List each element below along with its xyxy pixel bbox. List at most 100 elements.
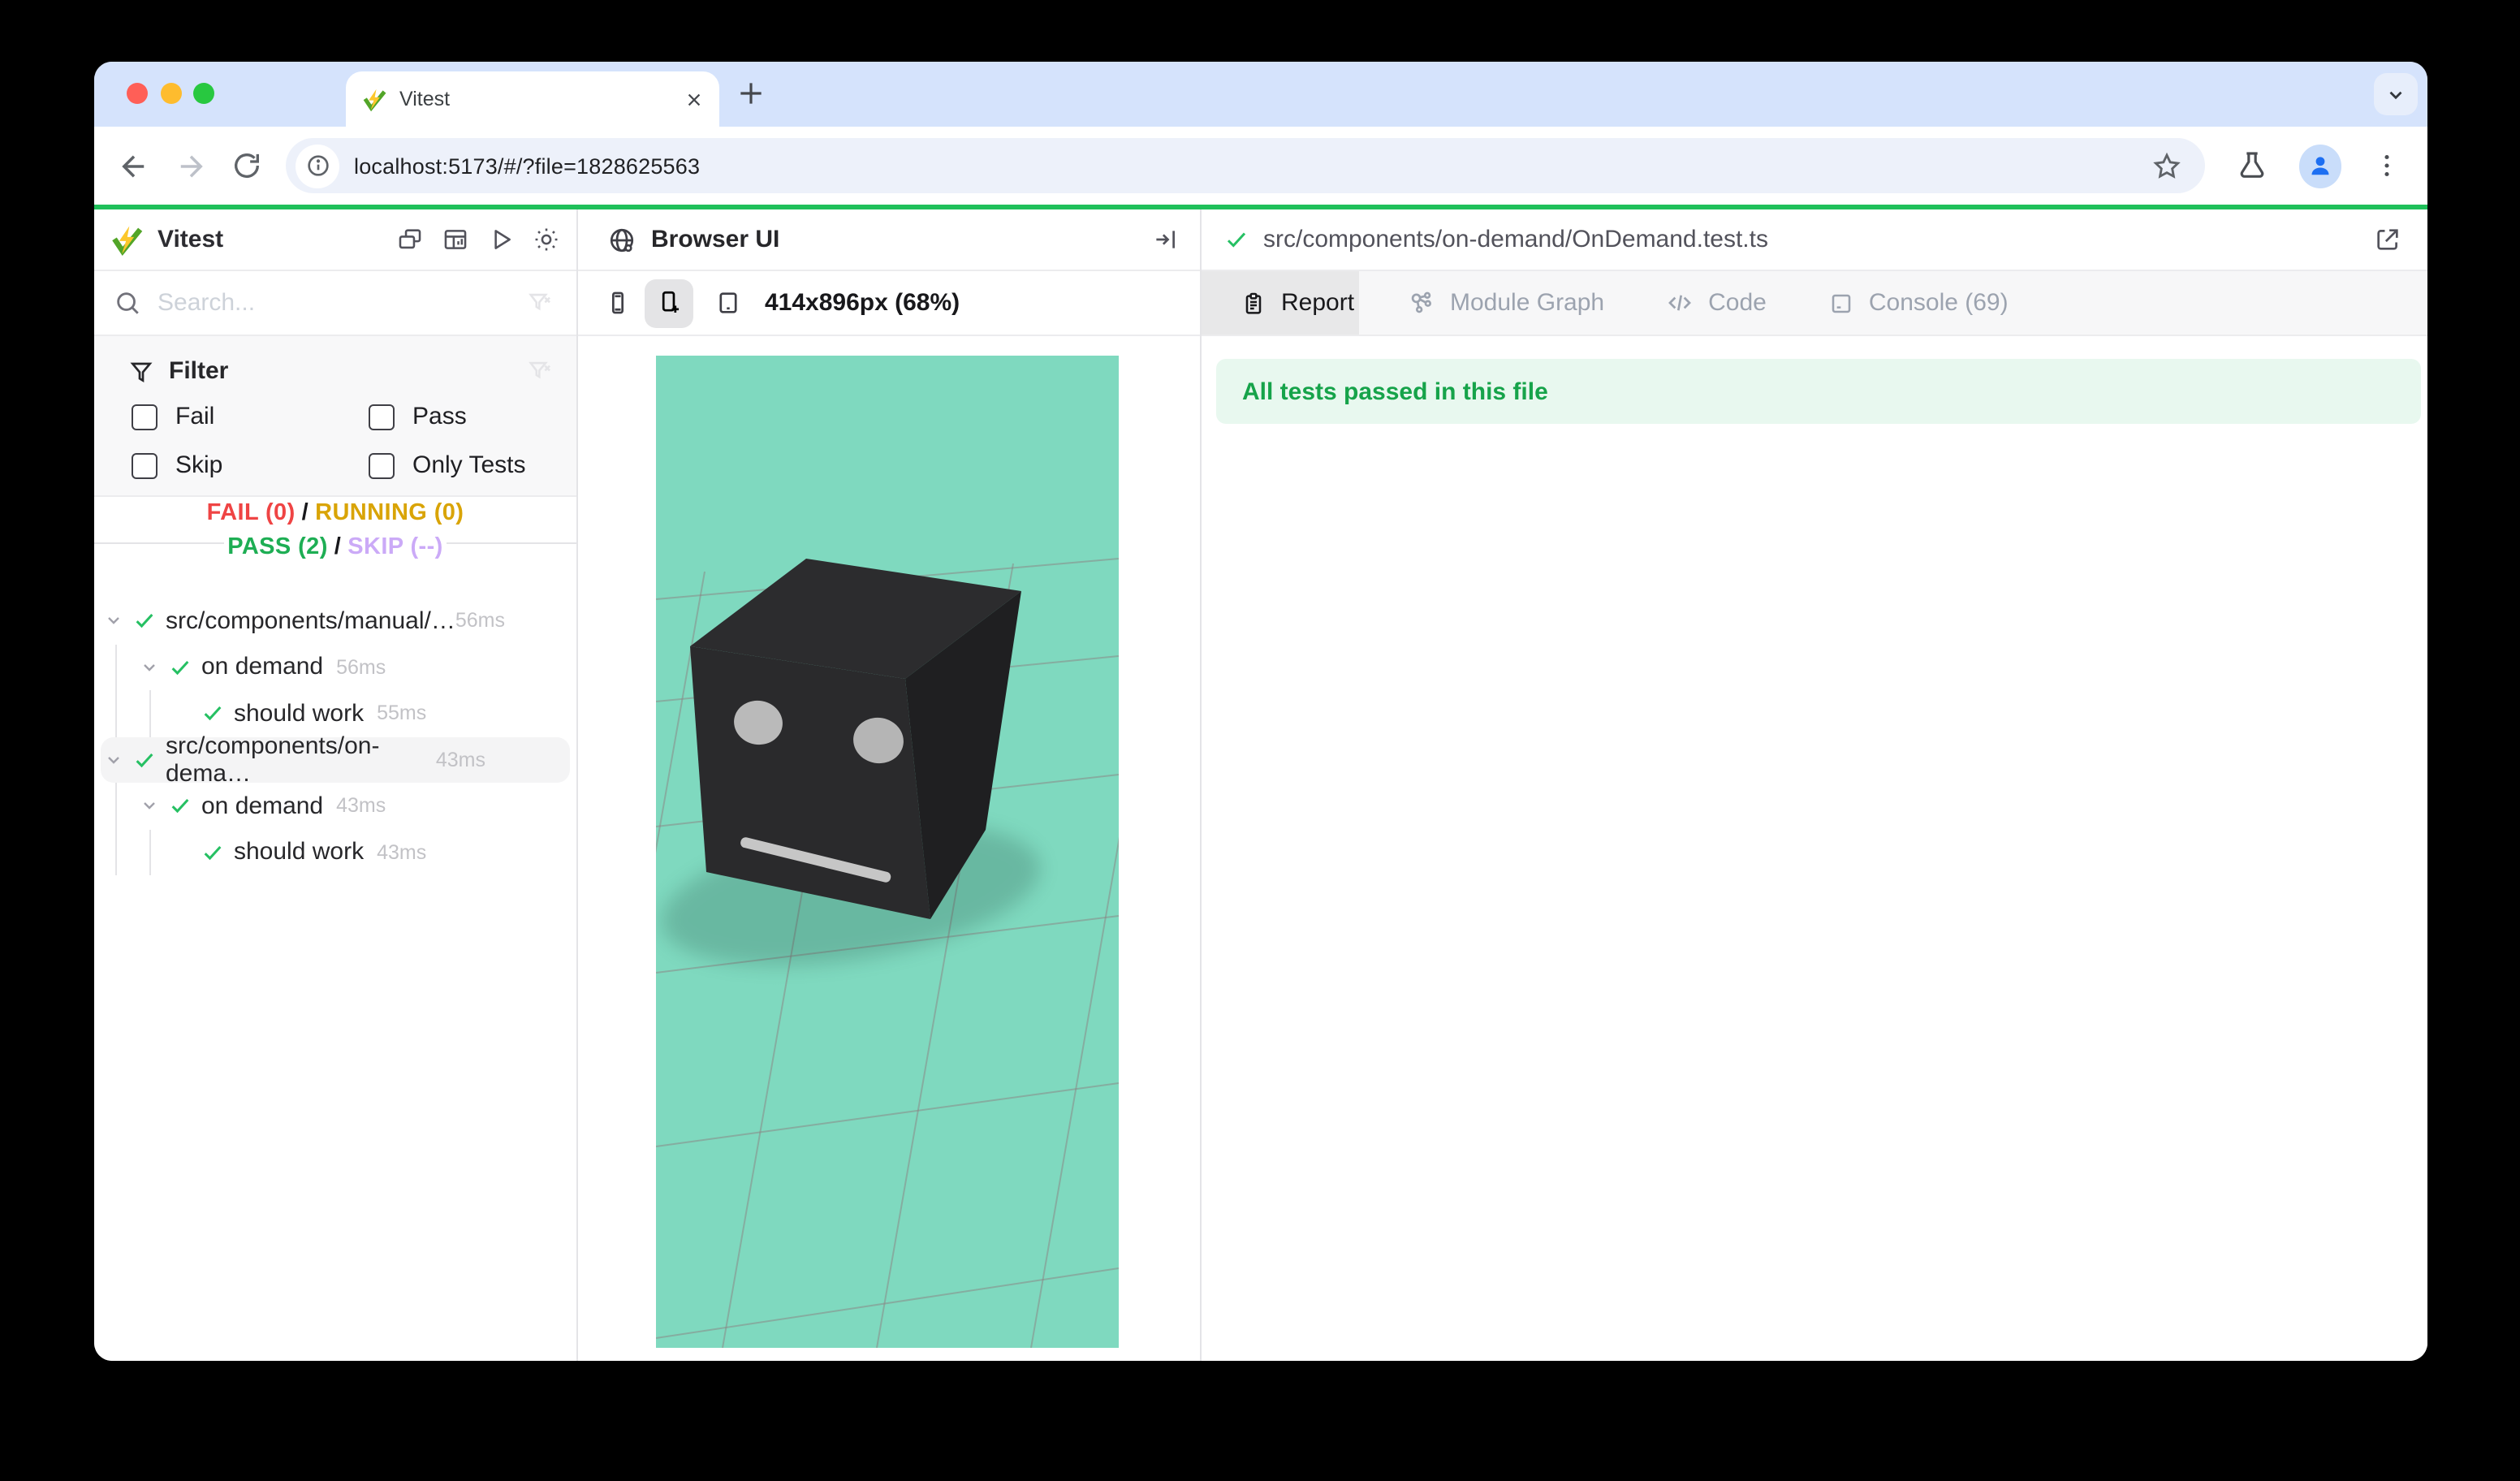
chevron-down-icon[interactable] <box>140 797 159 816</box>
filter-title: Filter <box>169 357 228 385</box>
new-tab-button[interactable] <box>736 78 766 109</box>
viewport-size-label: 414x896px (68%) <box>765 289 960 317</box>
preview-area <box>578 338 1200 1361</box>
browser-preview-canvas[interactable] <box>656 356 1119 1348</box>
tree-suite-row[interactable]: on demand 56ms <box>101 644 570 690</box>
filter-checkbox-fail[interactable]: Fail <box>114 403 214 430</box>
indent-guide <box>115 783 117 875</box>
tab-label: Module Graph <box>1450 289 1604 317</box>
site-info-icon[interactable] <box>296 144 339 188</box>
dock-right-icon[interactable] <box>1151 226 1179 253</box>
external-link-icon[interactable] <box>2374 226 2401 253</box>
back-icon[interactable] <box>117 149 151 183</box>
url-text[interactable]: localhost:5173/#/?file=1828625563 <box>354 153 2151 178</box>
desktop-background: Vitest <box>0 0 2520 1481</box>
filter-checkbox-skip[interactable]: Skip <box>114 451 222 479</box>
close-window-button[interactable] <box>127 83 148 104</box>
duration: 56ms <box>336 656 386 679</box>
filter-clear-icon[interactable] <box>526 357 554 385</box>
module-graph-icon <box>1408 289 1435 317</box>
tab-label: Report <box>1281 289 1354 317</box>
tree-test-row[interactable]: should work 43ms <box>101 829 570 875</box>
test-name: should work <box>234 700 364 728</box>
checkbox[interactable] <box>132 404 158 430</box>
tab-label: Code <box>1708 289 1767 317</box>
chevron-down-icon[interactable] <box>104 750 123 770</box>
test-name: should work <box>234 839 364 866</box>
reload-icon[interactable] <box>231 149 263 182</box>
search-icon <box>114 289 141 317</box>
all-tests-passed-banner: All tests passed in this file <box>1216 359 2421 424</box>
tab-label: Console (69) <box>1869 289 2009 317</box>
tab-search-chevron-button[interactable] <box>2374 73 2418 115</box>
pass-check-icon <box>169 795 192 818</box>
forward-icon[interactable] <box>174 149 208 183</box>
phone-plus-button[interactable] <box>645 278 693 327</box>
url-bar[interactable]: localhost:5173/#/?file=1828625563 <box>286 138 2204 193</box>
skip-count: SKIP (--) <box>344 534 446 560</box>
tree-suite-row[interactable]: on demand 43ms <box>101 783 570 829</box>
run-all-play-icon[interactable] <box>487 226 515 253</box>
duration: 56ms <box>455 610 505 633</box>
banner-text: All tests passed in this file <box>1242 378 1548 405</box>
phone-icon[interactable] <box>604 289 632 317</box>
tab-module-graph[interactable]: Module Graph <box>1408 271 1604 335</box>
indent-guide <box>115 644 117 736</box>
suite-name: on demand <box>201 654 323 681</box>
suite-name: on demand <box>201 792 323 820</box>
filter-checkbox-only-tests[interactable]: Only Tests <box>351 451 526 479</box>
report-tabs: Report Module Graph <box>1202 271 2427 336</box>
test-file-name: src/components/manual/… <box>166 607 455 635</box>
minimize-window-button[interactable] <box>160 83 181 104</box>
tree-file-row[interactable]: src/components/manual/… 56ms <box>101 598 570 644</box>
tab-console[interactable]: Console (69) <box>1828 271 2009 335</box>
globe-icon <box>607 225 636 254</box>
filter-checkbox-pass[interactable]: Pass <box>351 403 467 430</box>
checkbox[interactable] <box>132 452 158 478</box>
pass-count: PASS (2) <box>224 534 331 560</box>
duration: 55ms <box>377 702 426 725</box>
search-input[interactable] <box>154 287 526 318</box>
duration: 43ms <box>336 795 386 818</box>
checkbox-label: Fail <box>175 403 214 430</box>
browser-toolbar: localhost:5173/#/?file=1828625563 <box>94 127 2427 205</box>
browser-window: Vitest <box>94 62 2427 1361</box>
browser-ui-panel: Browser UI 414x896px (68%) <box>578 209 1202 1361</box>
tree-test-row[interactable]: should work 55ms <box>101 690 570 736</box>
checkbox-label: Pass <box>412 403 467 430</box>
device-toolbar: 414x896px (68%) <box>578 271 1200 336</box>
maximize-window-button[interactable] <box>193 83 214 104</box>
report-content: All tests passed in this file <box>1202 338 2427 1361</box>
windows-stack-icon[interactable] <box>396 226 424 253</box>
tab-report[interactable]: Report <box>1202 271 1359 335</box>
tab-code[interactable]: Code <box>1666 271 1767 335</box>
chevron-down-icon[interactable] <box>104 611 123 631</box>
pass-check-icon <box>1224 227 1249 252</box>
theme-sun-icon[interactable] <box>533 226 560 253</box>
duration: 43ms <box>377 841 426 864</box>
tablet-icon[interactable] <box>714 289 742 317</box>
tree-file-row-selected[interactable]: src/components/on-dema… 43ms <box>101 736 570 783</box>
checkbox-label: Skip <box>175 451 222 479</box>
window-controls <box>127 83 214 104</box>
profile-avatar[interactable] <box>2298 144 2341 188</box>
app-title: Vitest <box>158 226 223 253</box>
menu-dots-icon[interactable] <box>2372 151 2401 180</box>
checkbox[interactable] <box>369 452 395 478</box>
chevron-down-icon[interactable] <box>140 658 159 677</box>
pass-check-icon <box>201 702 224 725</box>
panel-title: Browser UI <box>651 226 779 253</box>
bookmark-star-icon[interactable] <box>2151 150 2181 181</box>
search-clear-filter-icon[interactable] <box>526 289 554 317</box>
tab-strip: Vitest <box>94 62 2427 127</box>
pass-check-icon <box>169 656 192 679</box>
flask-icon[interactable] <box>2235 149 2268 182</box>
search-row <box>94 271 576 336</box>
close-tab-icon[interactable] <box>685 90 703 108</box>
pass-check-icon <box>133 610 156 633</box>
filter-panel: Filter Fail Pass Skip <box>94 336 576 497</box>
console-icon <box>1828 290 1854 316</box>
checkbox[interactable] <box>369 404 395 430</box>
browser-tab-vitest[interactable]: Vitest <box>346 71 719 127</box>
dashboard-icon[interactable] <box>442 226 469 253</box>
